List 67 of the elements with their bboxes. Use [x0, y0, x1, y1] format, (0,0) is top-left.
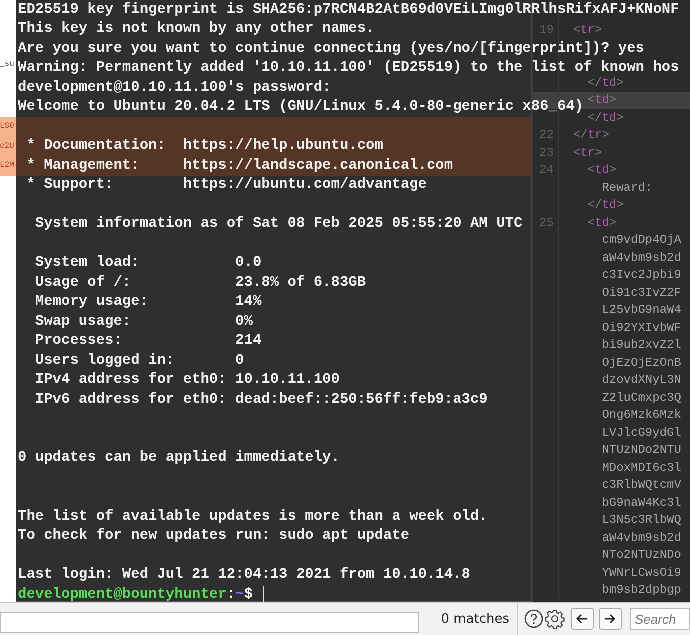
terminal-line: The list of available updates is more than a week old. — [18, 510, 488, 524]
code-line: Ong6Mzk6Mzk — [601, 409, 682, 422]
terminal-line: IPv6 address for eth0: dead:beef::250:56ff:feb9:a3c9 — [34, 392, 488, 407]
code-line: aW4vbm9sb2d — [601, 252, 682, 264]
code-line: </tr> — [572, 129, 610, 142]
left-arrow-icon — [576, 613, 588, 625]
terminal-line: ED25519 key fingerprint is SHA256:p7RCN4B2AtB69d0VEiLImg0lRRlhsRifxAFJ+KNoNF — [18, 2, 680, 17]
code-line: NTUzNDo2NTU — [601, 444, 682, 456]
terminal-line: development@10.10.11.100's password: — [18, 80, 332, 95]
code-line: bG9naW4Kc3l — [601, 496, 682, 509]
code-line: NTo2NTUzNDo — [601, 549, 682, 562]
terminal-prompt[interactable]: development@bountyhunter:~$ — [18, 588, 253, 602]
right-arrow-icon — [604, 613, 616, 625]
code-line: bm9sb2dpbgp — [601, 584, 682, 596]
terminal-line: 0 updates can be applied immediately. — [18, 451, 340, 466]
terminal-line: IPv4 address for eth0: 10.10.11.100 — [34, 373, 340, 388]
terminal-line: System load: 0.0 — [34, 256, 262, 270]
terminal-line: * Documentation: https://help.ubuntu.com — [26, 139, 384, 154]
next-button[interactable] — [598, 608, 622, 630]
code-line: </td> — [586, 112, 624, 124]
code-line: Oi92YXIvbWF — [601, 322, 682, 334]
code-line: L3N5c3RlbWQ — [601, 514, 682, 526]
terminal-line: This key is not known by any other names. — [18, 22, 375, 36]
terminal-line: * Support: https://ubuntu.com/advantage — [26, 178, 427, 192]
highlighted-code-line: L2M — [0, 160, 16, 172]
highlighted-code-line: c2U — [0, 140, 16, 152]
code-line: <tr> — [572, 24, 602, 36]
code-line: bi9ub2xvZ2l — [601, 339, 682, 352]
code-line: <td> — [586, 216, 617, 229]
code-line: dzovdXNyL3N — [601, 374, 682, 386]
terminal-line: Memory usage: 14% — [34, 295, 262, 310]
code-line: c3Ivc2Jpbi9 — [601, 269, 682, 282]
code-line: LVJlcG9ydGl — [601, 426, 682, 439]
terminal-line: Are you sure you want to continue connecting (yes/no/[fingerprint])? yes — [18, 42, 645, 56]
terminal-line: Warning: Permanently added '10.10.11.100' (ED25519) to the list of known hos — [18, 61, 680, 76]
previous-button[interactable] — [570, 608, 594, 630]
terminal-line: Welcome to Ubuntu 20.04.2 LTS (GNU/Linux 5.4.0-80-generic x86_64) — [18, 100, 584, 114]
text-cursor — [262, 586, 264, 604]
code-line: OjEzOjEzOnB — [601, 356, 682, 369]
terminal-line: To check for new updates run: sudo apt update — [18, 529, 410, 544]
file-name-text: _su — [0, 60, 14, 70]
terminal-line: Processes: 214 — [34, 334, 262, 348]
terminal-line: Swap usage: 0% — [34, 314, 253, 329]
code-line: c3RlbWQtcmV — [601, 479, 682, 492]
code-line: <td> — [586, 164, 617, 176]
terminal-line: System information as of Sat 08 Feb 2025 05:55:20 AM UTC — [34, 217, 523, 232]
code-line: Reward: — [601, 182, 653, 194]
code-line: YWNrLCwsOi9 — [601, 566, 682, 579]
terminal-line: Last login: Wed Jul 21 12:04:13 2021 from 10.10.14.8 — [18, 568, 470, 582]
code-line: </td> — [586, 199, 624, 212]
match-count: 0 matches — [441, 612, 510, 626]
code-line: </td> — [586, 76, 624, 89]
search-field[interactable]: Search — [630, 608, 690, 630]
code-line: aW4vbm9sb2d — [601, 532, 682, 544]
settings-icon[interactable] — [544, 609, 564, 629]
help-icon[interactable] — [524, 609, 544, 629]
terminal-line: Users logged in: 0 — [34, 354, 244, 368]
code-line: cm9vdDp4OjA — [601, 234, 682, 246]
terminal-line: Usage of /: 23.8% of 6.83GB — [34, 276, 366, 290]
code-line: MDoxMDI6c3l — [601, 462, 682, 474]
code-line: L25vbG9naW4 — [601, 304, 682, 316]
code-line: Z2luCmxpc3Q — [601, 392, 682, 404]
terminal-line: * Management: https://landscape.canonical.com — [26, 158, 454, 173]
code-line: <tr> — [572, 146, 602, 159]
highlighted-code-line: LS0 — [0, 121, 16, 133]
find-field[interactable] — [0, 612, 420, 632]
code-line: Oi91c3IvZ2F — [601, 286, 682, 299]
